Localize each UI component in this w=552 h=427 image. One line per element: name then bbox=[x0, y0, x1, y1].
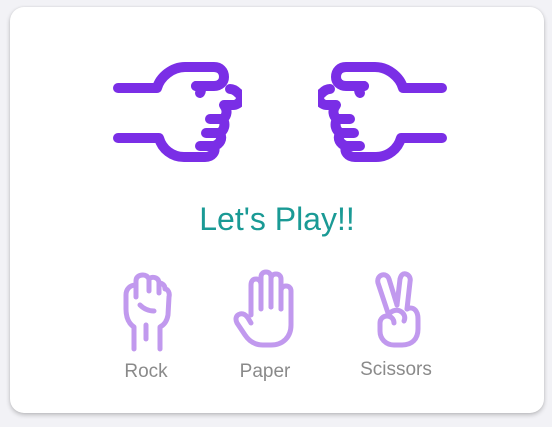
rock-label: Rock bbox=[124, 361, 168, 382]
game-card: Let's Play!! Rock Paper Scissors bbox=[10, 7, 544, 413]
rock-choice-button[interactable]: Rock bbox=[91, 269, 201, 383]
computer-hand-icon bbox=[318, 62, 447, 162]
scissors-choice-button[interactable]: Scissors bbox=[341, 269, 451, 381]
hands-area bbox=[10, 57, 544, 167]
paper-hand-icon bbox=[233, 269, 294, 348]
scissors-hand-icon bbox=[375, 271, 421, 348]
rock-hand-icon bbox=[123, 272, 172, 352]
player-hand-icon bbox=[113, 62, 242, 162]
game-title: Let's Play!! bbox=[199, 201, 355, 237]
scissors-label: Scissors bbox=[360, 359, 432, 380]
paper-label: Paper bbox=[239, 361, 291, 382]
paper-choice-button[interactable]: Paper bbox=[210, 269, 320, 383]
